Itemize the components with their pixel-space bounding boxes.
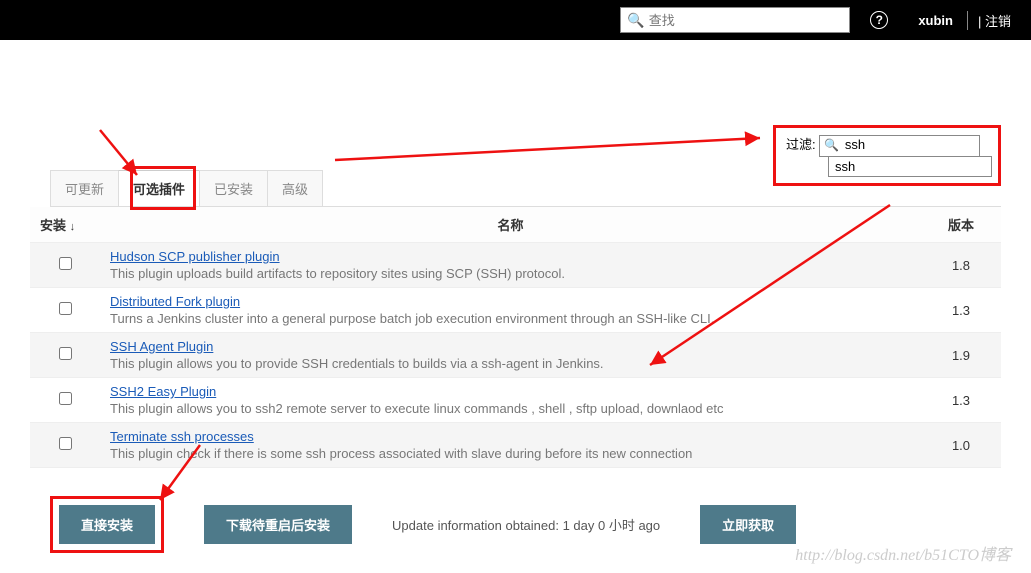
plugin-desc: This plugin uploads build artifacts to r… (110, 266, 911, 281)
plugin-version: 1.3 (921, 288, 1001, 333)
install-now-button[interactable]: 直接安装 (59, 505, 155, 544)
filter-area: 过滤: 🔍 ssh (773, 125, 1001, 186)
check-now-button[interactable]: 立即获取 (700, 505, 796, 544)
filter-label: 过滤: (786, 134, 816, 153)
help-icon[interactable]: ? (870, 11, 888, 29)
table-row: Hudson SCP publisher plugin This plugin u… (30, 243, 1001, 288)
install-checkbox[interactable] (59, 392, 72, 405)
filter-input-wrap[interactable]: 🔍 (819, 135, 980, 157)
plugin-link[interactable]: SSH2 Easy Plugin (110, 384, 216, 399)
col-name[interactable]: 名称 (100, 207, 921, 243)
filter-search-icon: 🔍 (824, 138, 839, 152)
tab-advanced[interactable]: 高级 (267, 170, 323, 206)
plugin-table: 安装 ↓ 名称 版本 Hudson SCP publisher plugin Th… (30, 207, 1001, 468)
plugin-desc: Turns a Jenkins cluster into a general p… (110, 311, 911, 326)
search-input[interactable] (649, 13, 844, 28)
plugin-version: 1.9 (921, 333, 1001, 378)
filter-suggestion[interactable]: ssh (828, 156, 992, 177)
plugin-link[interactable]: Distributed Fork plugin (110, 294, 240, 309)
sort-down-icon: ↓ (70, 221, 76, 233)
col-version[interactable]: 版本 (921, 207, 1001, 243)
logout-link[interactable]: | 注销 (967, 11, 1011, 30)
search-icon: 🔍 (627, 12, 644, 29)
plugin-link[interactable]: SSH Agent Plugin (110, 339, 213, 354)
install-checkbox[interactable] (59, 302, 72, 315)
plugin-version: 1.0 (921, 423, 1001, 468)
plugin-version: 1.3 (921, 378, 1001, 423)
update-info: Update information obtained: 1 day 0 小时 … (392, 515, 660, 534)
col-install[interactable]: 安装 ↓ (30, 207, 100, 243)
plugin-desc: This plugin check if there is some ssh p… (110, 446, 911, 461)
table-row: SSH Agent Plugin This plugin allows you t… (30, 333, 1001, 378)
table-row: Terminate ssh processes This plugin check… (30, 423, 1001, 468)
install-checkbox[interactable] (59, 437, 72, 450)
install-checkbox[interactable] (59, 347, 72, 360)
plugin-desc: This plugin allows you to ssh2 remote se… (110, 401, 911, 416)
content: 过滤: 🔍 ssh 可更新 可选插件 已安装 高级 安装 ↓ 名称 版本 Hud… (0, 40, 1031, 573)
global-search[interactable]: 🔍 (620, 7, 850, 33)
topbar: 🔍 ? xubin | 注销 (0, 0, 1031, 40)
download-restart-button[interactable]: 下载待重启后安装 (204, 505, 352, 544)
plugin-desc: This plugin allows you to provide SSH cr… (110, 356, 911, 371)
table-row: Distributed Fork plugin Turns a Jenkins c… (30, 288, 1001, 333)
table-row: SSH2 Easy Plugin This plugin allows you t… (30, 378, 1001, 423)
tab-installed[interactable]: 已安装 (199, 170, 268, 206)
filter-input[interactable] (845, 137, 975, 152)
plugin-link[interactable]: Hudson SCP publisher plugin (110, 249, 280, 264)
tab-available[interactable]: 可选插件 (118, 170, 200, 206)
plugin-link[interactable]: Terminate ssh processes (110, 429, 254, 444)
watermark: http://blog.csdn.net/b51CTO博客 (795, 541, 1011, 565)
user-link[interactable]: xubin (918, 13, 953, 28)
plugin-version: 1.8 (921, 243, 1001, 288)
tab-updatable[interactable]: 可更新 (50, 170, 119, 206)
install-checkbox[interactable] (59, 257, 72, 270)
